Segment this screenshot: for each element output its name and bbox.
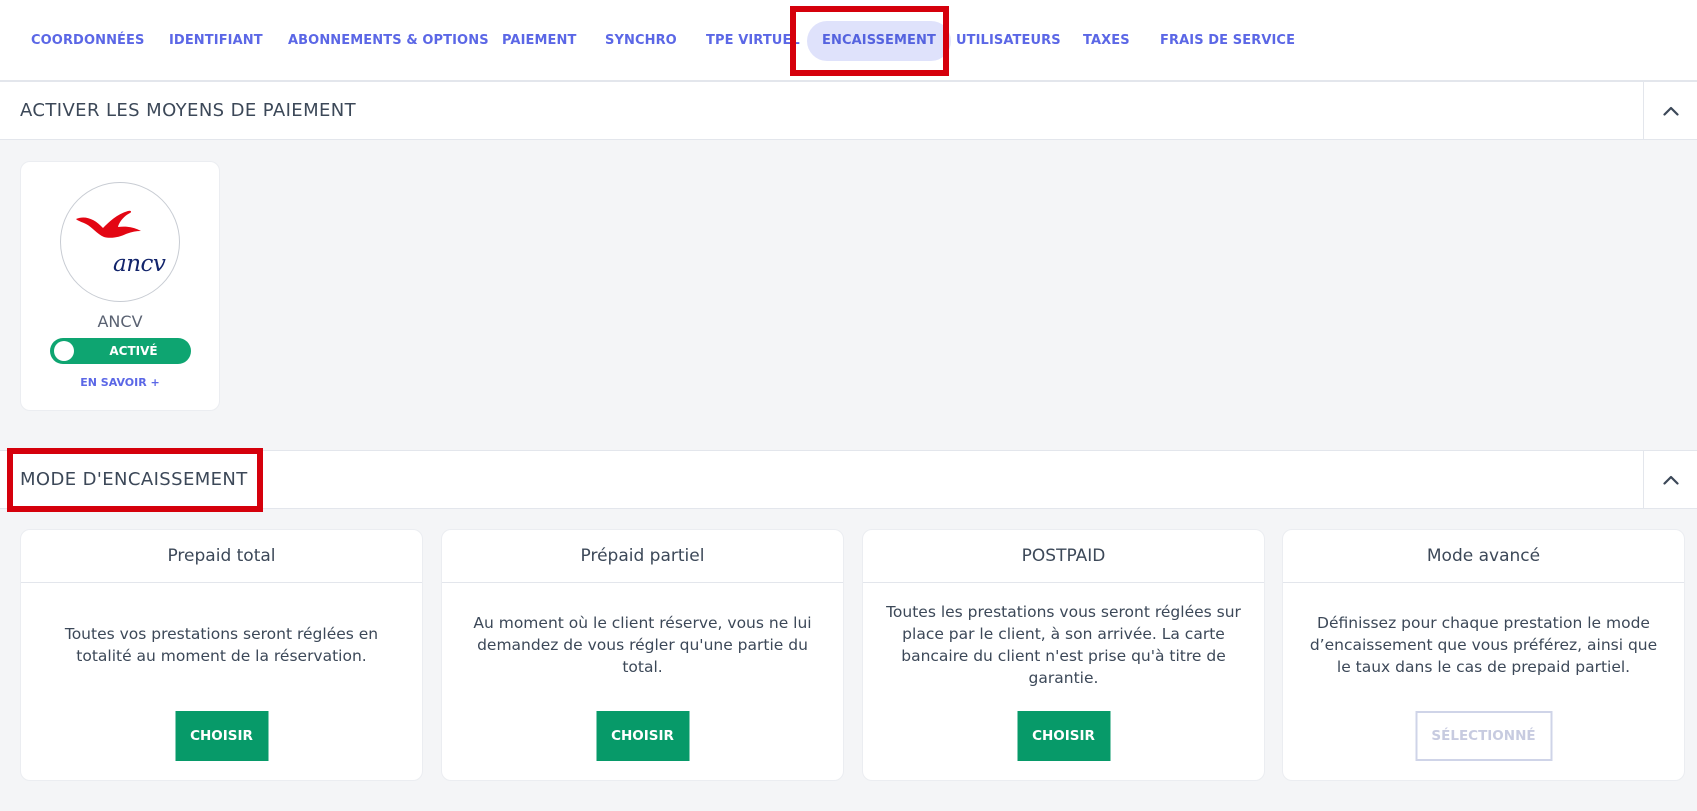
tab-coordonnees[interactable]: COORDONNÉES bbox=[31, 21, 144, 61]
tab-taxes[interactable]: TAXES bbox=[1083, 21, 1130, 61]
mode-description: Toutes les prestations vous seront réglé… bbox=[886, 602, 1241, 687]
mode-card-prepaid-partiel: Prépaid partiel Au moment où le client r… bbox=[441, 529, 844, 781]
tab-identifiant[interactable]: IDENTIFIANT bbox=[169, 21, 263, 61]
tab-abonnements-options[interactable]: ABONNEMENTS & OPTIONS bbox=[288, 21, 489, 61]
tab-paiement[interactable]: PAIEMENT bbox=[502, 21, 576, 61]
ancv-toggle[interactable]: ACTIVÉ bbox=[50, 338, 191, 364]
chevron-up-icon bbox=[1662, 106, 1679, 116]
payment-method-name: ANCV bbox=[97, 312, 143, 331]
choose-prepaid-partiel-button[interactable]: CHOISIR bbox=[596, 711, 689, 761]
learn-more-link[interactable]: EN SAVOIR + bbox=[21, 376, 219, 389]
mode-card-prepaid-total: Prepaid total Toutes vos prestations ser… bbox=[20, 529, 423, 781]
payment-methods-title: ACTIVER LES MOYENS DE PAIEMENT bbox=[20, 100, 357, 121]
mode-description: Définissez pour chaque prestation le mod… bbox=[1309, 613, 1658, 676]
chevron-up-icon bbox=[1662, 475, 1679, 485]
choose-prepaid-total-button[interactable]: CHOISIR bbox=[175, 711, 268, 761]
toggle-knob bbox=[54, 341, 74, 361]
tab-synchro[interactable]: SYNCHRO bbox=[605, 21, 677, 61]
payment-method-card-ancv: ancv ANCV ACTIVÉ EN SAVOIR + bbox=[20, 161, 220, 411]
collection-mode-header: MODE D'ENCAISSEMENT bbox=[0, 450, 1697, 509]
selected-mode-avance-button[interactable]: SÉLECTIONNÉ bbox=[1415, 711, 1552, 761]
mode-card-postpaid: POSTPAID Toutes les prestations vous ser… bbox=[862, 529, 1265, 781]
collapse-payment-methods-button[interactable] bbox=[1643, 82, 1697, 139]
toggle-label: ACTIVÉ bbox=[109, 344, 158, 358]
ancv-logo: ancv bbox=[60, 182, 180, 302]
tab-encaissement[interactable]: ENCAISSEMENT bbox=[807, 21, 951, 61]
payment-methods-header: ACTIVER LES MOYENS DE PAIEMENT bbox=[0, 81, 1697, 140]
mode-title: Mode avancé bbox=[1283, 530, 1684, 583]
mode-card-mode-avance: Mode avancé Définissez pour chaque prest… bbox=[1282, 529, 1685, 781]
collection-mode-title: MODE D'ENCAISSEMENT bbox=[20, 469, 248, 490]
tab-frais-de-service[interactable]: FRAIS DE SERVICE bbox=[1160, 21, 1295, 61]
mode-title: POSTPAID bbox=[863, 530, 1264, 583]
mode-description: Toutes vos prestations seront réglées en… bbox=[64, 624, 379, 665]
tab-tpe-virtuel[interactable]: TPE VIRTUEL bbox=[706, 21, 800, 61]
mode-title: Prépaid partiel bbox=[442, 530, 843, 583]
ancv-logo-text: ancv bbox=[113, 251, 166, 277]
tab-utilisateurs[interactable]: UTILISATEURS bbox=[956, 21, 1061, 61]
mode-title: Prepaid total bbox=[21, 530, 422, 583]
choose-postpaid-button[interactable]: CHOISIR bbox=[1017, 711, 1110, 761]
mode-description: Au moment où le client réserve, vous ne … bbox=[473, 613, 812, 676]
settings-tabs: COORDONNÉES IDENTIFIANT ABONNEMENTS & OP… bbox=[0, 0, 1697, 81]
collapse-collection-mode-button[interactable] bbox=[1643, 451, 1697, 508]
